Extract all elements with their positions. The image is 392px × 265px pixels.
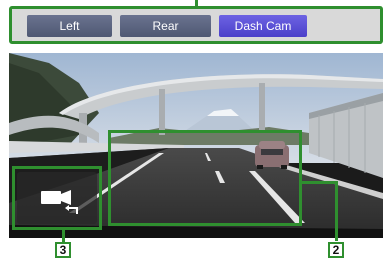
callout-3: 3 xyxy=(55,242,71,258)
tab-left[interactable]: Left xyxy=(27,15,112,37)
tab-dash-cam[interactable]: Dash Cam xyxy=(219,15,307,37)
callout-2-leader-vertical xyxy=(335,181,338,241)
callout-2-leader xyxy=(302,181,338,184)
tab-rear[interactable]: Rear xyxy=(120,15,211,37)
camera-tab-bar: Left Rear Dash Cam xyxy=(9,6,383,44)
camera-switch-highlight xyxy=(12,166,102,230)
callout-2: 2 xyxy=(328,242,344,258)
camera-view-area-highlight xyxy=(108,130,302,226)
